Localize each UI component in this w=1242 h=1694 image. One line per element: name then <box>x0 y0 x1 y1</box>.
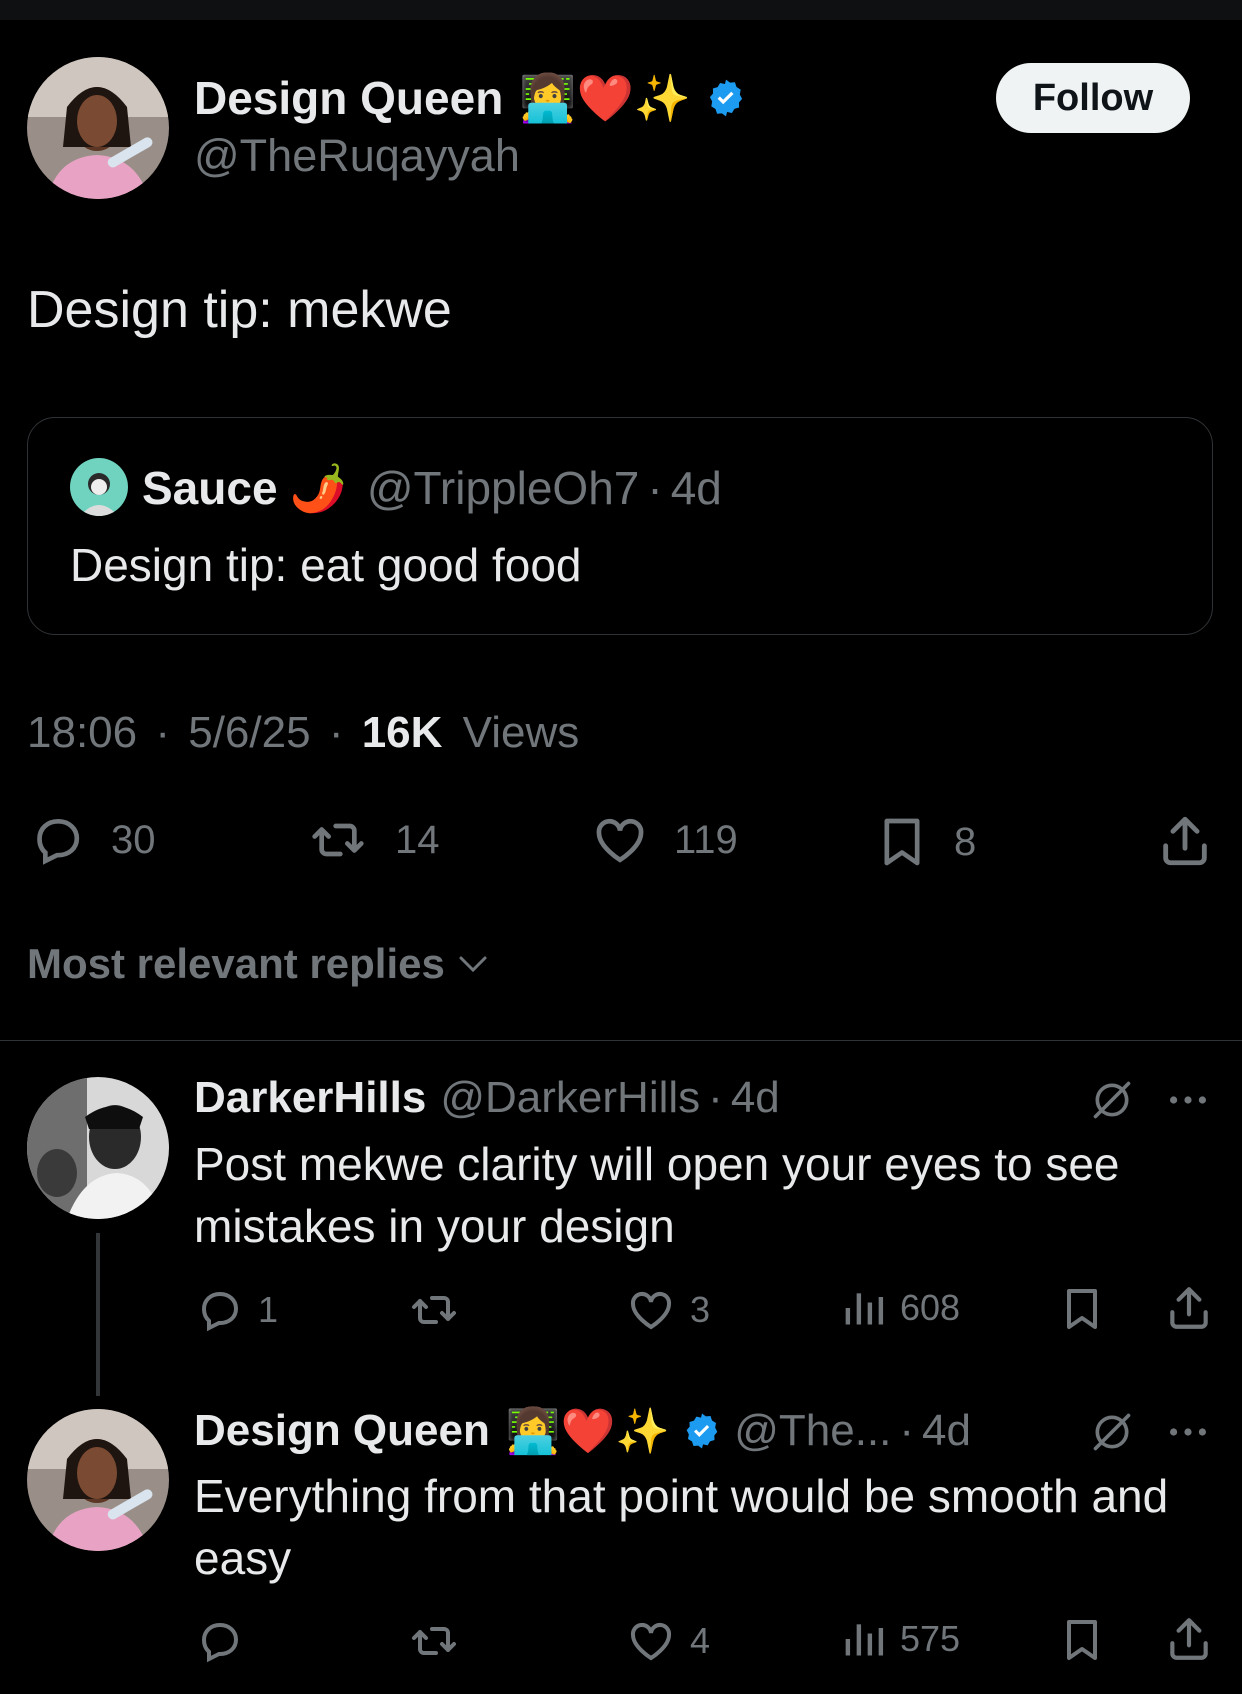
reply-header: DarkerHills @DarkerHills · 4d <box>194 1070 780 1126</box>
reply-icon <box>194 1617 244 1665</box>
main-author-emojis: 👩‍💻❤️✨ <box>519 70 692 125</box>
reply-time: 4d <box>730 1073 780 1122</box>
like-count: 119 <box>674 817 738 862</box>
like-icon <box>626 1617 676 1665</box>
thread-connector <box>96 1233 100 1396</box>
verified-badge-icon <box>705 77 747 119</box>
reply-text: Everything from that point would be smoo… <box>194 1470 1169 1584</box>
reply-author-handle[interactable]: @The... <box>734 1406 891 1456</box>
like-icon <box>626 1286 676 1334</box>
grok-icon[interactable] <box>1090 1410 1134 1459</box>
main-author-handle[interactable]: @TheRuqayyah <box>194 130 520 182</box>
reply-header: Design Queen 👩‍💻❤️✨ @The... · 4d <box>194 1403 971 1459</box>
quote-author-handle: @TrippleOh7 <box>366 462 640 514</box>
quote-separator: · <box>647 462 663 514</box>
reply-button[interactable] <box>194 1617 244 1665</box>
share-button[interactable] <box>1164 1614 1214 1664</box>
verified-badge-icon <box>682 1411 722 1451</box>
views-button[interactable]: 575 <box>842 1617 960 1661</box>
main-author-name[interactable]: Design Queen <box>194 71 503 125</box>
share-icon <box>1156 812 1214 870</box>
reply-icon <box>27 812 87 868</box>
views-label: Views <box>462 708 580 757</box>
repost-icon <box>406 1286 462 1334</box>
reply-button[interactable]: 30 <box>27 812 156 868</box>
bookmark-icon <box>1058 1283 1106 1335</box>
views-count: 575 <box>900 1618 961 1659</box>
meta-separator: · <box>155 708 170 757</box>
main-author-avatar[interactable] <box>27 57 169 199</box>
like-button[interactable]: 4 <box>626 1617 710 1665</box>
reply-button[interactable]: 1 <box>194 1286 278 1334</box>
repost-icon <box>305 812 371 868</box>
views-icon <box>842 1286 886 1330</box>
quote-author-emoji: 🌶️ <box>289 460 347 515</box>
reply-author-handle[interactable]: @DarkerHills <box>440 1073 700 1123</box>
divider <box>0 1040 1242 1041</box>
views-count: 608 <box>900 1287 961 1328</box>
repost-count: 14 <box>395 817 440 862</box>
like-icon <box>590 812 650 868</box>
reply-author-avatar[interactable] <box>27 1077 169 1219</box>
share-button[interactable] <box>1156 812 1214 870</box>
repost-icon <box>406 1617 462 1665</box>
bookmark-button[interactable] <box>1058 1614 1106 1666</box>
more-icon[interactable] <box>1166 1414 1210 1455</box>
quote-author-avatar <box>70 458 128 516</box>
bookmark-icon <box>874 812 930 872</box>
bookmark-icon <box>1058 1614 1106 1666</box>
bookmark-count: 8 <box>954 819 977 864</box>
reply-count: 30 <box>111 817 156 862</box>
reply-author-name[interactable]: Design Queen <box>194 1406 490 1456</box>
reply-author-avatar[interactable] <box>27 1409 169 1551</box>
bookmark-button[interactable]: 8 <box>874 812 976 872</box>
bookmark-button[interactable] <box>1058 1283 1106 1335</box>
grok-icon[interactable] <box>1090 1078 1134 1127</box>
reply-text: Post mekwe clarity will open your eyes t… <box>194 1138 1120 1252</box>
like-count: 4 <box>690 1620 711 1661</box>
tweet-meta: 18:06 · 5/6/25 · 16K Views <box>27 708 579 758</box>
reply-time: 4d <box>922 1406 971 1455</box>
quote-text: Design tip: eat good food <box>70 539 582 591</box>
reply-author-name[interactable]: DarkerHills <box>194 1073 426 1123</box>
main-tweet-text: Design tip: mekwe <box>27 281 452 339</box>
like-button[interactable]: 3 <box>626 1286 710 1334</box>
repost-button[interactable] <box>406 1617 462 1665</box>
quote-header: Sauce 🌶️ @TrippleOh7 · 4d <box>142 458 722 518</box>
views-count[interactable]: 16K <box>362 708 443 757</box>
replies-sort-label: Most relevant replies <box>27 940 445 987</box>
quote-time: 4d <box>670 462 722 514</box>
tweet-date: 5/6/25 <box>188 708 311 757</box>
meta-separator: · <box>328 708 344 757</box>
share-icon <box>1164 1283 1214 1333</box>
like-button[interactable]: 119 <box>590 812 738 868</box>
reply-author-emojis: 👩‍💻❤️✨ <box>505 1406 671 1457</box>
quote-author-name: Sauce <box>142 462 278 514</box>
status-bar <box>0 0 1242 20</box>
quoted-tweet-card[interactable]: Sauce 🌶️ @TrippleOh7 · 4d Design tip: ea… <box>27 417 1213 635</box>
reply-count: 1 <box>258 1289 279 1330</box>
repost-button[interactable]: 14 <box>305 812 440 868</box>
views-button[interactable]: 608 <box>842 1286 960 1330</box>
reply-separator: · <box>708 1073 723 1122</box>
replies-sort-dropdown[interactable]: Most relevant replies <box>27 940 491 988</box>
repost-button[interactable] <box>406 1286 462 1334</box>
main-author-name-row[interactable]: Design Queen 👩‍💻❤️✨ <box>194 68 747 128</box>
share-button[interactable] <box>1164 1283 1214 1333</box>
reply-icon <box>194 1286 244 1334</box>
tweet-time: 18:06 <box>27 708 138 757</box>
views-icon <box>842 1617 886 1661</box>
share-icon <box>1164 1614 1214 1664</box>
reply-separator: · <box>899 1406 915 1455</box>
more-icon[interactable] <box>1166 1082 1210 1123</box>
follow-button[interactable]: Follow <box>996 63 1190 133</box>
chevron-down-icon <box>455 946 491 982</box>
like-count: 3 <box>690 1289 711 1330</box>
